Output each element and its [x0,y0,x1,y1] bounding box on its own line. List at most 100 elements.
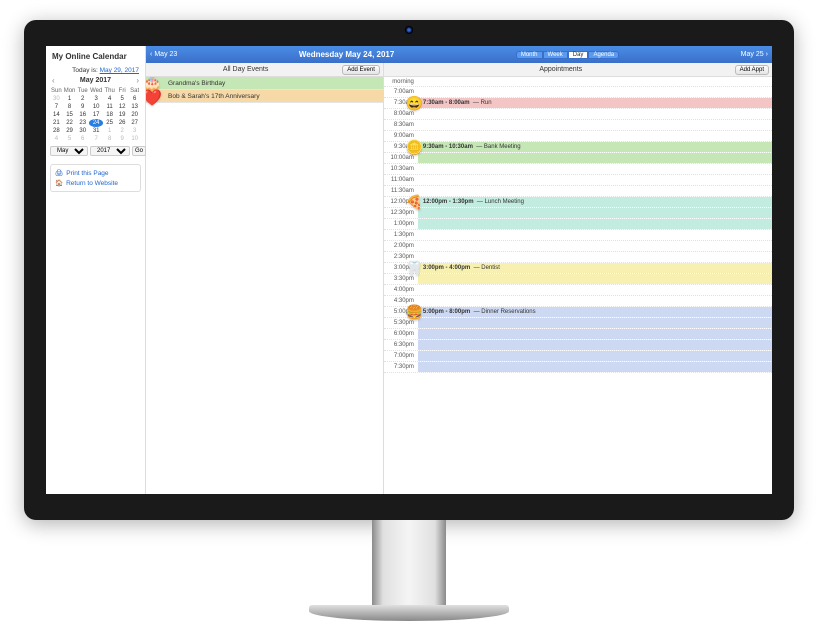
time-slot[interactable] [418,351,772,361]
appt-text: 9:30am - 10:30am — Bank Meeting [423,144,521,150]
mini-day-2[interactable]: 2 [116,127,128,135]
time-slot[interactable] [418,153,772,163]
time-row: 3:30pm [384,274,772,285]
return-website-link[interactable]: 🏠 Return to Website [55,178,136,188]
mini-day-22[interactable]: 22 [63,119,77,127]
appt-text: 5:00pm - 8:00pm — Dinner Reservations [423,309,536,315]
time-label: 11:00am [384,177,418,183]
time-slot [418,285,772,295]
mini-day-5[interactable]: 5 [63,135,77,143]
mini-day-11[interactable]: 11 [103,103,116,111]
tab-week[interactable]: Week [543,51,568,59]
mini-day-13[interactable]: 13 [128,103,141,111]
tab-day[interactable]: Day [568,51,589,59]
time-slot[interactable] [418,274,772,284]
mini-day-28[interactable]: 28 [50,127,63,135]
time-slot[interactable] [418,208,772,218]
time-row: 6:00pm [384,329,772,340]
mini-day-6[interactable]: 6 [128,95,141,103]
mini-day-1[interactable]: 1 [63,95,77,103]
time-slot[interactable] [418,219,772,229]
mini-day-5[interactable]: 5 [116,95,128,103]
today-line: Today is: May 29, 2017 [50,67,141,74]
go-button[interactable]: Go [132,146,146,156]
mini-day-24[interactable]: 24 [89,119,103,127]
mini-day-12[interactable]: 12 [116,103,128,111]
allday-event-title: Grandma's Birthday [168,80,225,87]
mini-day-9[interactable]: 9 [76,103,89,111]
mini-day-18[interactable]: 18 [103,111,116,119]
time-row: 5:30pm [384,318,772,329]
mini-day-19[interactable]: 19 [116,111,128,119]
mini-day-3[interactable]: 3 [89,95,103,103]
mini-day-8[interactable]: 8 [103,135,116,143]
mini-day-17[interactable]: 17 [89,111,103,119]
mini-day-3[interactable]: 3 [128,127,141,135]
time-row: 1:30pm [384,230,772,241]
mini-day-31[interactable]: 31 [89,127,103,135]
app-title: My Online Calendar [50,50,141,67]
mini-day-29[interactable]: 29 [63,127,77,135]
mini-day-4[interactable]: 4 [103,95,116,103]
time-slot[interactable]: 9:30am - 10:30am — Bank Meeting🪙 [418,142,772,152]
time-label: 7:30pm [384,364,418,370]
time-slot[interactable] [418,362,772,372]
allday-event[interactable]: Bob & Sarah's 17th Anniversary❤️ [146,90,383,103]
time-label: 4:30pm [384,298,418,304]
time-slot[interactable]: 12:00pm - 1:30pm — Lunch Meeting🍕 [418,197,772,207]
tab-month[interactable]: Month [516,51,543,59]
time-label: 6:30pm [384,342,418,348]
mini-day-1[interactable]: 1 [103,127,116,135]
time-slot [418,120,772,130]
time-label: 9:30am [384,144,418,150]
time-slot[interactable]: 3:00pm - 4:00pm — Dentist🦷 [418,263,772,273]
next-day-link[interactable]: May 25 › [741,51,768,58]
mini-day-9[interactable]: 9 [116,135,128,143]
mini-day-6[interactable]: 6 [76,135,89,143]
mini-day-14[interactable]: 14 [50,111,63,119]
mini-day-21[interactable]: 21 [50,119,63,127]
tab-agenda[interactable]: Agenda [588,51,619,59]
year-select[interactable]: 2017 [90,146,130,156]
add-event-button[interactable]: Add Event [342,65,380,75]
next-month-arrow[interactable]: › [136,76,139,85]
time-slot [418,296,772,306]
time-row: 8:00am [384,109,772,120]
time-slot[interactable] [418,318,772,328]
mini-day-7[interactable]: 7 [89,135,103,143]
add-appt-button[interactable]: Add Appt [735,65,769,75]
time-slot[interactable]: 5:00pm - 8:00pm — Dinner Reservations🍔 [418,307,772,317]
time-slot[interactable] [418,340,772,350]
prev-month-arrow[interactable]: ‹ [52,76,55,85]
mini-day-7[interactable]: 7 [50,103,63,111]
mini-day-27[interactable]: 27 [128,119,141,127]
time-slot[interactable] [418,329,772,339]
time-label: 1:30pm [384,232,418,238]
mini-day-23[interactable]: 23 [76,119,89,127]
mini-day-15[interactable]: 15 [63,111,77,119]
dow-thu: Thu [103,87,116,95]
morning-label: morning [384,79,418,85]
mini-day-20[interactable]: 20 [128,111,141,119]
month-select[interactable]: May [50,146,88,156]
mini-day-4[interactable]: 4 [50,135,63,143]
time-label: 4:00pm [384,287,418,293]
print-page-link[interactable]: 🖨 Print this Page [55,168,136,178]
time-slot[interactable]: 7:30am - 8:00am — Run😄 [418,98,772,108]
mini-day-30[interactable]: 30 [50,95,63,103]
today-date-link[interactable]: May 29, 2017 [100,67,139,74]
mini-day-25[interactable]: 25 [103,119,116,127]
mini-day-10[interactable]: 10 [89,103,103,111]
mini-day-16[interactable]: 16 [76,111,89,119]
time-label: 3:00pm [384,265,418,271]
time-label: 10:30am [384,166,418,172]
mini-day-2[interactable]: 2 [76,95,89,103]
time-row: 4:00pm [384,285,772,296]
mini-day-10[interactable]: 10 [128,135,141,143]
allday-event[interactable]: Grandma's Birthday🎂 [146,77,383,90]
prev-day-link[interactable]: ‹ May 23 [150,51,177,58]
mini-day-30[interactable]: 30 [76,127,89,135]
mini-day-8[interactable]: 8 [63,103,77,111]
mini-day-26[interactable]: 26 [116,119,128,127]
morning-row: morning [384,77,772,87]
